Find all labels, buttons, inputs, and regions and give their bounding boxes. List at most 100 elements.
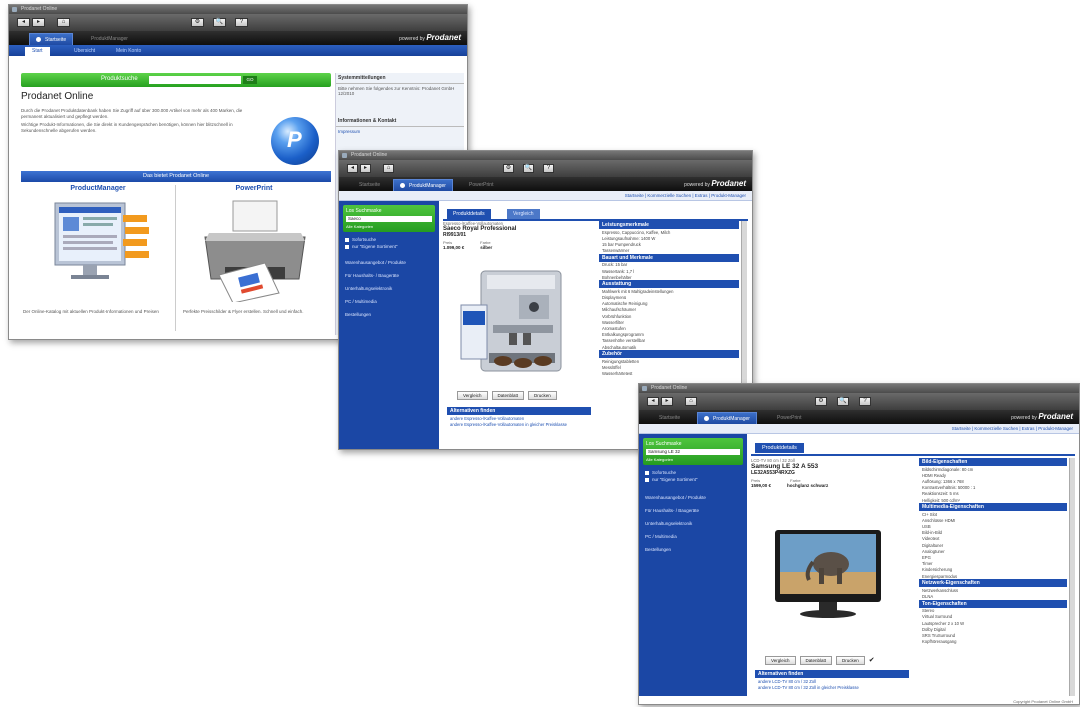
left-sidebar: Los Suchmaske Samsung LE 32 Alle Kategor… bbox=[639, 434, 747, 696]
category-select[interactable]: Alle Kategorien bbox=[646, 457, 740, 462]
home-button[interactable]: ⌂ bbox=[685, 397, 697, 406]
nav-item[interactable]: Unterhaltungselektronik bbox=[639, 517, 747, 530]
left-sidebar: Los Suchmaske Saeco Alle Kategorien Sofo… bbox=[339, 201, 439, 449]
toolbar: ◂ ▸ ⌂ ⚙ 🔍 ? bbox=[639, 393, 1079, 410]
back-button[interactable]: ◂ bbox=[347, 164, 358, 173]
printer-illustration bbox=[204, 200, 306, 302]
tab-startseite[interactable]: Startseite bbox=[653, 412, 686, 424]
help-button[interactable]: ? bbox=[235, 18, 248, 27]
feature-header: Leistungsmerkmale bbox=[599, 221, 739, 229]
sub-tab-bar: Start Ubersicht Mein Konto bbox=[9, 45, 467, 56]
top-links[interactable]: Startseite | Kommerzielle Suchen | Extra… bbox=[339, 191, 752, 201]
datasheet-button[interactable]: Datenblatt bbox=[799, 656, 833, 665]
tv-image bbox=[775, 530, 881, 618]
nav-item[interactable]: Für Haushalts- / Baugeräte bbox=[339, 269, 439, 282]
p-letter-icon: P bbox=[287, 127, 302, 152]
help-button[interactable]: ? bbox=[859, 397, 871, 406]
feature-header: Bauart und Merkmale bbox=[599, 253, 739, 262]
subtab-mein-konto[interactable]: Mein Konto bbox=[109, 47, 148, 56]
print-button[interactable]: Drucken bbox=[836, 656, 865, 665]
powered-by-logo: powered by Prodanet bbox=[399, 33, 461, 44]
system-messages-heading: Systemmitteilungen bbox=[336, 73, 464, 84]
checkbox-sofortsuche[interactable]: Sofortsuche bbox=[339, 236, 439, 243]
tab-startseite[interactable]: Startseite bbox=[353, 179, 386, 191]
checkbox-eigene-sortiment[interactable]: nur "Eigene Sortiment" bbox=[639, 476, 747, 483]
tab-label: Startseite bbox=[45, 37, 67, 43]
window-title-bar: Prodanet Online bbox=[9, 5, 467, 14]
search-button[interactable]: 🔍 bbox=[837, 397, 849, 406]
impressum-link[interactable]: Impressum bbox=[336, 127, 464, 136]
banner-das-bietet: Das bietet Prodanet Online bbox=[21, 171, 331, 182]
top-links[interactable]: Startseite | Kommerzielle Suchen | Extra… bbox=[639, 424, 1079, 434]
nav-item[interactable]: Warenhausangebot / Produkte bbox=[339, 256, 439, 269]
checkbox-icon bbox=[645, 471, 649, 475]
subtab-start[interactable]: Start bbox=[25, 47, 50, 56]
window-title-bar: Prodanet Online bbox=[639, 384, 1079, 393]
search-go-button[interactable]: GO bbox=[243, 76, 257, 84]
subtab-ubersicht[interactable]: Ubersicht bbox=[67, 47, 102, 56]
search-button[interactable]: 🔍 bbox=[523, 164, 534, 173]
checkbox-eigene-sortiment[interactable]: nur "Eigene Sortiment" bbox=[339, 243, 439, 250]
category-select[interactable]: Alle Kategorien bbox=[346, 224, 432, 229]
datasheet-button[interactable]: Datenblatt bbox=[491, 391, 525, 400]
alternative-link[interactable]: andere Espresso-/Kaffee-Vollautomaten in… bbox=[447, 421, 591, 427]
tab-powerprint[interactable]: PowerPrint bbox=[771, 412, 807, 424]
productmanager-panel[interactable]: ProductManager Der Online-Katalog mit ak… bbox=[21, 185, 176, 331]
help-button[interactable]: ? bbox=[543, 164, 554, 173]
compare-button[interactable]: Vergleich bbox=[765, 656, 796, 665]
tab-produktmanager[interactable]: ProduktManager bbox=[393, 179, 453, 191]
checkbox-label: Sofortsuche bbox=[352, 237, 377, 242]
print-button[interactable]: Drucken bbox=[528, 391, 557, 400]
checkbox-icon bbox=[645, 478, 649, 482]
scrollbar[interactable] bbox=[1069, 458, 1075, 696]
search-button[interactable]: 🔍 bbox=[213, 18, 226, 27]
feature-header: Ton-Eigenschaften bbox=[919, 599, 1067, 608]
features-list: Bild-Eigenschaften Bildschirmdiagonale: … bbox=[919, 458, 1067, 696]
product-search-input[interactable] bbox=[149, 76, 241, 84]
search-input[interactable]: Saeco bbox=[346, 216, 432, 222]
checkbox-label: Sofortsuche bbox=[652, 470, 677, 475]
tab-startseite[interactable]: Startseite bbox=[29, 33, 74, 45]
nav-item[interactable]: PC / Multimedia bbox=[339, 295, 439, 308]
powered-by-text: powered by bbox=[399, 36, 425, 42]
back-button[interactable]: ◂ bbox=[647, 397, 659, 406]
tab-powerprint[interactable]: PowerPrint bbox=[463, 179, 499, 191]
app-tab-bar: Startseite ProduktManager powered by Pro… bbox=[9, 31, 467, 45]
search-input[interactable]: Samsung LE 32 bbox=[646, 449, 740, 455]
window-product-samsung: Prodanet Online ◂ ▸ ⌂ ⚙ 🔍 ? Startseite P… bbox=[638, 383, 1080, 705]
settings-button[interactable]: ⚙ bbox=[503, 164, 514, 173]
nav-item[interactable]: Warenhausangebot / Produkte bbox=[639, 491, 747, 504]
nav-item[interactable]: Für Haushalts- / Baugeräte bbox=[639, 504, 747, 517]
home-button[interactable]: ⌂ bbox=[383, 164, 394, 173]
tab-produktdetails[interactable]: Produktdetails bbox=[447, 209, 491, 219]
tab-produktdetails[interactable]: Produktdetails bbox=[755, 443, 804, 453]
forward-button[interactable]: ▸ bbox=[360, 164, 371, 173]
nav-item[interactable]: Bestellungen bbox=[339, 308, 439, 321]
checkbox-sofortsuche[interactable]: Sofortsuche bbox=[639, 469, 747, 476]
brand-logo: Prodanet bbox=[1038, 412, 1073, 421]
tab-produktmanager[interactable]: ProduktManager bbox=[697, 412, 757, 424]
settings-button[interactable]: ⚙ bbox=[191, 18, 204, 27]
alternative-link[interactable]: andere LCD-TV 80 cm / 32 Zoll in gleiche… bbox=[755, 684, 909, 690]
settings-button[interactable]: ⚙ bbox=[815, 397, 827, 406]
nav-item[interactable]: Bestellungen bbox=[639, 543, 747, 556]
star-icon[interactable]: ✔ bbox=[869, 657, 875, 664]
back-button[interactable]: ◂ bbox=[17, 18, 30, 27]
powerprint-panel[interactable]: PowerPrint Perfekte Preisschilder & Flye… bbox=[177, 185, 331, 331]
nav-item[interactable]: Unterhaltungselektronik bbox=[339, 282, 439, 295]
tab-produktmanager[interactable]: ProduktManager bbox=[85, 33, 134, 45]
start-main-content: Produktsuche GO Prodanet Online Durch di… bbox=[21, 73, 331, 331]
compare-button[interactable]: Vergleich bbox=[457, 391, 488, 400]
system-messages-text: Bitte nehmen Sie folgendes zur Kenntnis:… bbox=[338, 86, 455, 96]
feature-header: Ausstattung bbox=[599, 280, 739, 289]
nav-item[interactable]: PC / Multimedia bbox=[639, 530, 747, 543]
forward-button[interactable]: ▸ bbox=[661, 397, 673, 406]
feature-header: Multimedia-Eigenschaften bbox=[919, 503, 1067, 512]
tab-label: ProduktManager bbox=[713, 416, 750, 422]
color-value: hochglanz schwarz bbox=[787, 483, 829, 488]
tab-vergleich[interactable]: Vergleich bbox=[507, 209, 540, 219]
home-button[interactable]: ⌂ bbox=[57, 18, 70, 27]
tab-label: ProduktManager bbox=[409, 183, 446, 189]
forward-button[interactable]: ▸ bbox=[32, 18, 45, 27]
home-icon bbox=[704, 416, 709, 421]
